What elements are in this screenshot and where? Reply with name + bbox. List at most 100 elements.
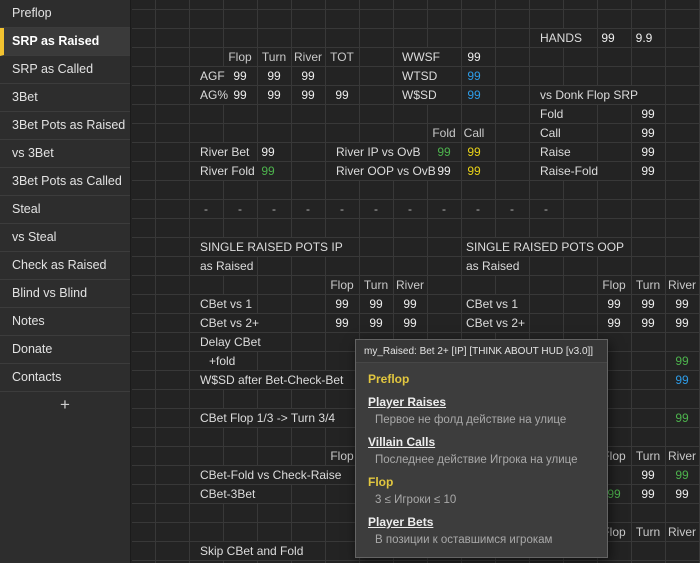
tooltip-desc-line: Первое не фолд действие на улице — [375, 414, 567, 426]
tooltip-street-line: Preflop — [368, 372, 410, 386]
oop-cbet-fold-vs-check-raise-river: 99 — [675, 468, 689, 482]
ip-header-river: River — [395, 278, 425, 292]
hands-rate: 9.9 — [635, 31, 653, 45]
separator-dash: - — [476, 202, 480, 216]
ip-cbet-flop-third-turn-threequarters-label: CBet Flop 1/3 -> Turn 3/4 — [197, 409, 339, 427]
donk-raise-value: 99 — [641, 145, 655, 159]
agf-label: AGF — [197, 67, 228, 85]
oop-cbet-vs-1-river: 99 — [675, 297, 689, 311]
river-ip-vs-ovb-label: River IP vs OvB — [333, 143, 424, 161]
agpct-flop: 99 — [233, 88, 247, 102]
separator-dash: - — [204, 202, 208, 216]
ip-cbet-vs-1-label: CBet vs 1 — [197, 295, 256, 313]
oop-cbet-vs-2plus-flop: 99 — [607, 316, 621, 330]
ip-cbet-vs-2plus-label: CBet vs 2+ — [197, 314, 263, 332]
hud-popup-editor: Preflop SRP as Raised SRP as Called 3Bet 3Be… — [0, 0, 700, 563]
oop-cbet-3bet-river: 99 — [675, 487, 689, 501]
oop-header-river: River — [667, 278, 697, 292]
agpct-turn: 99 — [267, 88, 281, 102]
oop-header-flop: Flop — [602, 278, 626, 292]
river-fold-value: 99 — [261, 164, 275, 178]
separator-dash: - — [510, 202, 514, 216]
donk-raise-fold-value: 99 — [641, 164, 655, 178]
oop-cbet-flop-third-turn-threequarters-value: 99 — [675, 411, 689, 425]
cbet-3bet-label: CBet-3Bet — [197, 485, 259, 503]
donk-call-label: Call — [537, 124, 564, 142]
donk-raise-label: Raise — [537, 143, 574, 161]
agpct-tot: 99 — [335, 88, 349, 102]
hands-count: 99 — [601, 31, 615, 45]
ip-header-turn: Turn — [363, 278, 389, 292]
cbet-fold-vs-check-raise-label: CBet-Fold vs Check-Raise — [197, 466, 345, 484]
srp-oop-subtitle: as Raised — [463, 257, 523, 275]
separator-dash: - — [272, 202, 276, 216]
col-header-turn: Turn — [261, 50, 287, 64]
ip-wsd-after-bet-check-bet-label: W$SD after Bet-Check-Bet — [197, 371, 347, 389]
agf-flop: 99 — [233, 69, 247, 83]
tooltip-desc-line: В позиции к оставшимся игрокам — [375, 534, 553, 546]
ip-delay-cbet-fold-label: +fold — [206, 352, 239, 370]
wtsd-value: 99 — [467, 69, 481, 83]
donk-raise-fold-label: Raise-Fold — [537, 162, 602, 180]
separator-dash: - — [408, 202, 412, 216]
oop-cbet-vs-2plus-turn: 99 — [641, 316, 655, 330]
oop-delay-fold-value: 99 — [675, 354, 689, 368]
tooltip-body: Preflop Player Raises Первое не фолд дейст… — [356, 372, 607, 546]
oop-cbet-vs-1-flop: 99 — [607, 297, 621, 311]
oop-header2-turn: Turn — [635, 449, 661, 463]
donk-call-value: 99 — [641, 126, 655, 140]
river-bet-label: River Bet — [197, 143, 253, 161]
oop-cbet-3bet-flop: 99 — [607, 487, 621, 501]
agpct-label: AG% — [197, 86, 232, 104]
ip-header2-flop: Flop — [330, 449, 354, 463]
river-fold-label: River Fold — [197, 162, 258, 180]
srp-ip-title: SINGLE RAISED POTS IP — [197, 238, 346, 256]
col-header-flop: Flop — [228, 50, 252, 64]
oop-cbet-fold-vs-check-raise-turn: 99 — [641, 468, 655, 482]
separator-dash: - — [374, 202, 378, 216]
oop-cbet-vs-1-label: CBet vs 1 — [463, 295, 522, 313]
fold-col-header: Fold — [432, 126, 456, 140]
stat-tooltip: my_Raised: Bet 2+ [IP] [THINK ABOUT HUD … — [355, 339, 608, 558]
river-bet-value: 99 — [261, 145, 275, 159]
ip-cbet-vs-2plus-river: 99 — [403, 316, 417, 330]
donk-fold-label: Fold — [537, 105, 567, 123]
oop-wsd-after-bet-check-bet-value: 99 — [675, 373, 689, 387]
river-ip-vs-ovb-call: 99 — [467, 145, 481, 159]
col-header-tot: TOT — [330, 50, 354, 64]
agf-river: 99 — [301, 69, 315, 83]
wwsf-label: WWSF — [399, 48, 443, 66]
agf-turn: 99 — [267, 69, 281, 83]
oop-cbet-3bet-turn: 99 — [641, 487, 655, 501]
bottom-header-river: River — [667, 525, 697, 539]
wsd-label: W$SD — [399, 86, 440, 104]
tooltip-title: my_Raised: Bet 2+ [IP] [THINK ABOUT HUD … — [356, 340, 607, 363]
srp-ip-subtitle: as Raised — [197, 257, 257, 275]
river-oop-vs-ovb-label: River OOP vs OvB — [333, 162, 439, 180]
separator-dash: - — [544, 202, 548, 216]
ip-cbet-vs-2plus-flop: 99 — [335, 316, 349, 330]
separator-dash: - — [340, 202, 344, 216]
wsd-value: 99 — [467, 88, 481, 102]
oop-header-turn: Turn — [635, 278, 661, 292]
donk-fold-value: 99 — [641, 107, 655, 121]
wtsd-label: WTSD — [399, 67, 441, 85]
wwsf-value: 99 — [467, 50, 481, 64]
call-col-header: Call — [463, 126, 485, 140]
srp-oop-title: SINGLE RAISED POTS OOP — [463, 238, 628, 256]
hands-label: HANDS — [537, 29, 586, 47]
col-header-river: River — [293, 50, 323, 64]
river-oop-vs-ovb-call: 99 — [467, 164, 481, 178]
ip-cbet-vs-2plus-turn: 99 — [369, 316, 383, 330]
ip-cbet-vs-1-river: 99 — [403, 297, 417, 311]
tooltip-desc-line: Последнее действие Игрока на улице — [375, 454, 578, 466]
oop-cbet-vs-2plus-river: 99 — [675, 316, 689, 330]
agpct-river: 99 — [301, 88, 315, 102]
oop-cbet-vs-1-turn: 99 — [641, 297, 655, 311]
bottom-header-turn: Turn — [635, 525, 661, 539]
tooltip-head-line: Player Bets — [368, 515, 434, 529]
river-oop-vs-ovb-fold: 99 — [437, 164, 451, 178]
ip-cbet-vs-1-flop: 99 — [335, 297, 349, 311]
tooltip-street-line: Flop — [368, 475, 394, 489]
river-ip-vs-ovb-fold: 99 — [437, 145, 451, 159]
